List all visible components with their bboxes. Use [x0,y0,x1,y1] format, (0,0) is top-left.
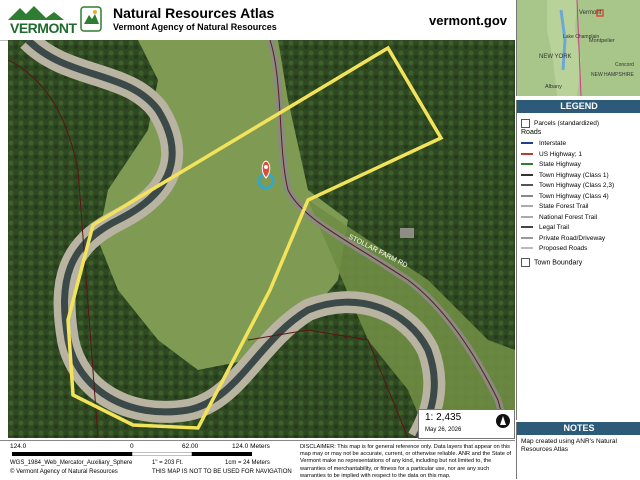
projection-text: WGS_1984_Web_Mercator_Auxiliary_Sphere [10,460,133,466]
locator-label-nh: NEW HAMPSHIRE [591,72,634,78]
road-swatch-icon [521,226,533,229]
road-swatch-icon [521,194,533,197]
legend-road-label: National Forest Trail [539,213,598,221]
map-footer: 124.0 0 62.00 124.0 Meters WGS_1984_Web_… [0,440,515,480]
legend-town-boundary: Town Boundary [521,258,582,267]
locator-label-concord: Concord [615,62,634,68]
legend-road-label: Interstate [539,140,567,147]
legend-road-item: Town Highway (Class 2,3) [521,182,614,189]
town-boundary-swatch-icon [521,258,530,267]
road-swatch-icon [521,142,533,145]
scalebar-label-left: 124.0 [10,443,27,450]
scalebar-label-mid: 62.00 [182,443,199,450]
road-swatch-icon [521,247,533,250]
legend-roads-heading: Roads [521,129,542,136]
scalebar-label-right: 124.0 Meters [232,443,270,450]
legend-title: LEGEND [517,100,640,113]
locator-map[interactable]: Vermont Lake Champlain Montpelier NEW YO… [516,0,640,96]
legend-road-label: Legal Trail [539,224,569,231]
vermont-logo: VERMONT [6,4,77,36]
legend-road-item: State Highway [521,161,581,168]
road-swatch-icon [521,184,533,187]
north-arrow-icon [496,414,510,428]
legend-road-item: State Forest Trail [521,203,589,210]
notes-title: NOTES [517,422,640,435]
navigation-warning: THIS MAP IS NOT TO BE USED FOR NAVIGATIO… [152,469,292,475]
legend-road-item: National Forest Trail [521,214,597,221]
disclaimer-text: DISCLAIMER: This map is for general refe… [300,444,512,479]
legend-road-label: State Highway [539,161,581,168]
map-date: May 26, 2026 [425,427,462,433]
page-title: Natural Resources Atlas [113,5,275,21]
legend-road-item: US Highway; 1 [521,151,582,158]
legend-road-label: Proposed Roads [539,245,588,252]
legend-road-label: Town Highway (Class 2,3) [539,182,615,189]
legend-road-label: Private Road/Driveway [539,234,606,242]
road-swatch-icon [521,152,533,155]
legend-road-label: Town Highway (Class 1) [539,171,609,179]
road-swatch-icon [521,205,533,208]
locator-label-vermont: Vermont [579,10,602,16]
legend-road-label: Town Highway (Class 4) [539,192,609,200]
legend-road-item: Town Highway (Class 4) [521,193,609,200]
inch-scale-text: 1" = 203 Ft. [152,460,183,466]
copyright-text: © Vermont Agency of Natural Resources [10,469,118,475]
site-link[interactable]: vermont.gov [429,13,507,28]
locator-label-albany: Albany [545,84,562,90]
road-swatch-icon [521,173,533,176]
legend-panel: LEGEND Parcels (standardized) Roads Inte… [516,100,640,420]
legend-road-item: Proposed Roads [521,245,587,252]
building [400,228,414,238]
legend-parcels: Parcels (standardized) [521,119,599,128]
scalebar-label-zero: 0 [130,443,134,450]
legend-road-label: US Highway; 1 [539,150,582,158]
parcel-swatch-icon [521,119,530,128]
notes-panel: NOTES Map created using ANR's Natural Re… [516,422,640,479]
road-swatch-icon [521,163,533,166]
scale-ratio: 1: 2,435 [425,412,462,423]
aerial-map[interactable]: STOLLAR FARM RD [8,40,515,438]
scale-box: 1: 2,435 May 26, 2026 [418,409,515,439]
atlas-header: VERMONT Natural Resources Atlas Vermont … [0,0,515,41]
legend-road-item: Interstate [521,140,566,147]
legend-road-item: Private Road/Driveway [521,235,605,242]
legend-road-item: Legal Trail [521,224,569,231]
locator-label-newyork: NEW YORK [539,54,572,60]
scale-bar [12,452,252,456]
page-subtitle: Vermont Agency of Natural Resources [113,22,277,32]
road-swatch-icon [521,236,533,239]
legend-road-item: Town Highway (Class 1) [521,172,609,179]
locator-label-montpelier: Montpelier [589,38,615,44]
road-swatch-icon [521,215,533,218]
anr-logo-icon [80,6,102,32]
vermont-wordmark: VERMONT [10,20,77,36]
cm-scale-text: 1cm = 24 Meters [225,460,270,466]
legend-road-label: State Forest Trail [539,203,589,210]
notes-text: Map created using ANR's Natural Resource… [521,438,617,453]
